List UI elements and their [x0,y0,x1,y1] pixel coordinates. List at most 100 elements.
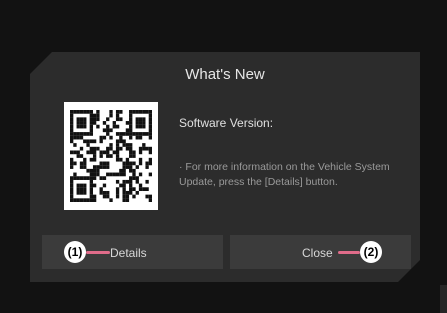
qr-module [79,117,84,122]
qr-module [109,146,113,151]
qr-module [119,135,123,140]
qr-module [115,150,120,155]
qr-module [129,190,133,195]
qr-module [142,132,146,136]
close-button-label: Close [302,246,333,260]
qr-module [129,165,133,169]
qr-module [79,135,84,140]
qr-module [92,183,97,188]
qr-module [92,117,97,122]
qr-module [109,143,113,147]
qr-module [70,139,74,144]
qr-module [138,146,143,151]
qr-module [99,139,103,144]
qr-module [76,150,80,155]
qr-module [83,157,87,162]
qr-module [83,121,87,125]
qr-module [115,190,120,195]
qr-module [96,165,100,169]
qr-module [119,172,123,177]
qr-module [99,154,103,158]
qr-module [70,124,74,129]
qr-module [79,154,84,158]
qr-module [76,132,80,136]
qr-module [106,146,110,151]
qr-module [86,168,90,173]
qr-module [148,117,152,122]
qr-module [129,146,133,151]
qr-module [148,146,152,151]
details-button[interactable]: (1) Details [42,235,223,269]
qr-module [106,154,110,158]
qr-module [89,187,94,192]
qr-module [86,132,90,136]
screen-edge-decoration [440,285,447,313]
qr-module [83,176,87,180]
qr-module [86,176,90,180]
qr-module [119,146,123,151]
qr-module [138,150,143,155]
qr-module [129,154,133,158]
qr-module [79,165,84,169]
qr-module [115,143,120,147]
qr-module [129,113,133,118]
qr-module [148,150,152,155]
qr-module [89,179,94,184]
qr-module [119,183,123,188]
qr-module [102,183,107,188]
qr-module [92,198,97,202]
qr-module [135,110,139,114]
qr-module [106,194,110,199]
qr-module [115,139,120,144]
qr-module [115,194,120,199]
qr-module [119,157,123,162]
infotainment-screen: What's New Software Version: · For more … [0,0,447,313]
qr-module [79,110,84,114]
qr-pattern [70,110,152,202]
qr-module [106,172,110,177]
qr-module [138,121,143,125]
qr-module [122,139,126,144]
qr-module [70,132,74,136]
qr-module [79,161,84,166]
qr-module [115,124,120,129]
qr-module [129,176,133,180]
qr-module [145,194,149,199]
dialog-title: What's New [185,66,265,83]
qr-module [96,110,100,114]
qr-module [129,117,133,122]
qr-module [79,176,84,180]
qr-module [119,168,123,173]
qr-module [76,176,80,180]
qr-module [132,132,136,136]
qr-module [92,121,97,125]
qr-module [145,161,149,166]
qr-module [79,183,84,188]
qr-module [89,190,94,195]
qr-module [122,168,126,173]
qr-module [129,150,133,155]
close-button[interactable]: Close (2) [230,235,411,269]
qr-module [70,121,74,125]
qr-module [92,168,97,173]
qr-module [99,135,103,140]
qr-module [138,117,143,122]
qr-module [96,113,100,118]
qr-module [115,146,120,151]
qr-module [129,161,133,166]
qr-module [106,124,110,129]
qr-module [96,117,100,122]
qr-module [92,113,97,118]
qr-module [112,124,116,129]
qr-module [119,132,123,136]
qr-module [135,179,139,184]
qr-module [70,161,74,166]
qr-module [70,135,74,140]
qr-module [129,132,133,136]
qr-module [89,110,94,114]
qr-module [106,190,110,195]
qr-module [83,117,87,122]
qr-module [132,110,136,114]
qr-module [86,139,90,144]
qr-module [132,194,136,199]
